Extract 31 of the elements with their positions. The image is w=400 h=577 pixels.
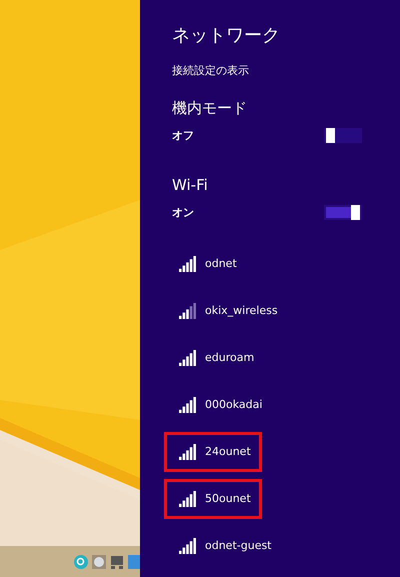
signal-icon (179, 256, 197, 272)
toggle-state-label: オン (172, 206, 194, 220)
signal-icon (179, 538, 197, 554)
network-item[interactable]: odnet-guest (164, 526, 282, 566)
network-name: odnet-guest (205, 538, 272, 552)
search-icon[interactable] (74, 554, 88, 568)
network-name: 000okadai (205, 398, 262, 412)
section-heading: Wi-Fi (172, 175, 209, 195)
signal-icon (179, 396, 197, 412)
toggle-switch[interactable] (324, 205, 362, 220)
signal-icon (179, 302, 197, 318)
network-item[interactable]: 24ounet (164, 432, 262, 472)
network-item[interactable]: eduroam (164, 338, 266, 378)
network-item[interactable]: okix_wireless (164, 290, 289, 330)
signal-icon (179, 350, 197, 366)
network-item[interactable]: 50ounet (164, 478, 262, 518)
network-item[interactable]: odnet (164, 244, 262, 284)
signal-icon (179, 444, 197, 460)
monitor-icon[interactable] (110, 554, 124, 568)
network-name: 50ounet (205, 492, 251, 506)
network-name: odnet (205, 256, 237, 270)
network-name: 24ounet (205, 444, 251, 458)
network-item[interactable]: 000okadai (164, 384, 274, 424)
toggle-switch[interactable] (324, 128, 362, 143)
panel-title: ネットワーク (172, 24, 281, 48)
network-name: eduroam (205, 350, 254, 364)
section-heading: 機内モード (172, 98, 248, 118)
connection-settings-link[interactable]: 接続設定の表示 (172, 64, 400, 78)
network-name: okix_wireless (205, 304, 278, 318)
signal-icon (179, 490, 197, 506)
toggle-state-label: オフ (172, 128, 194, 142)
